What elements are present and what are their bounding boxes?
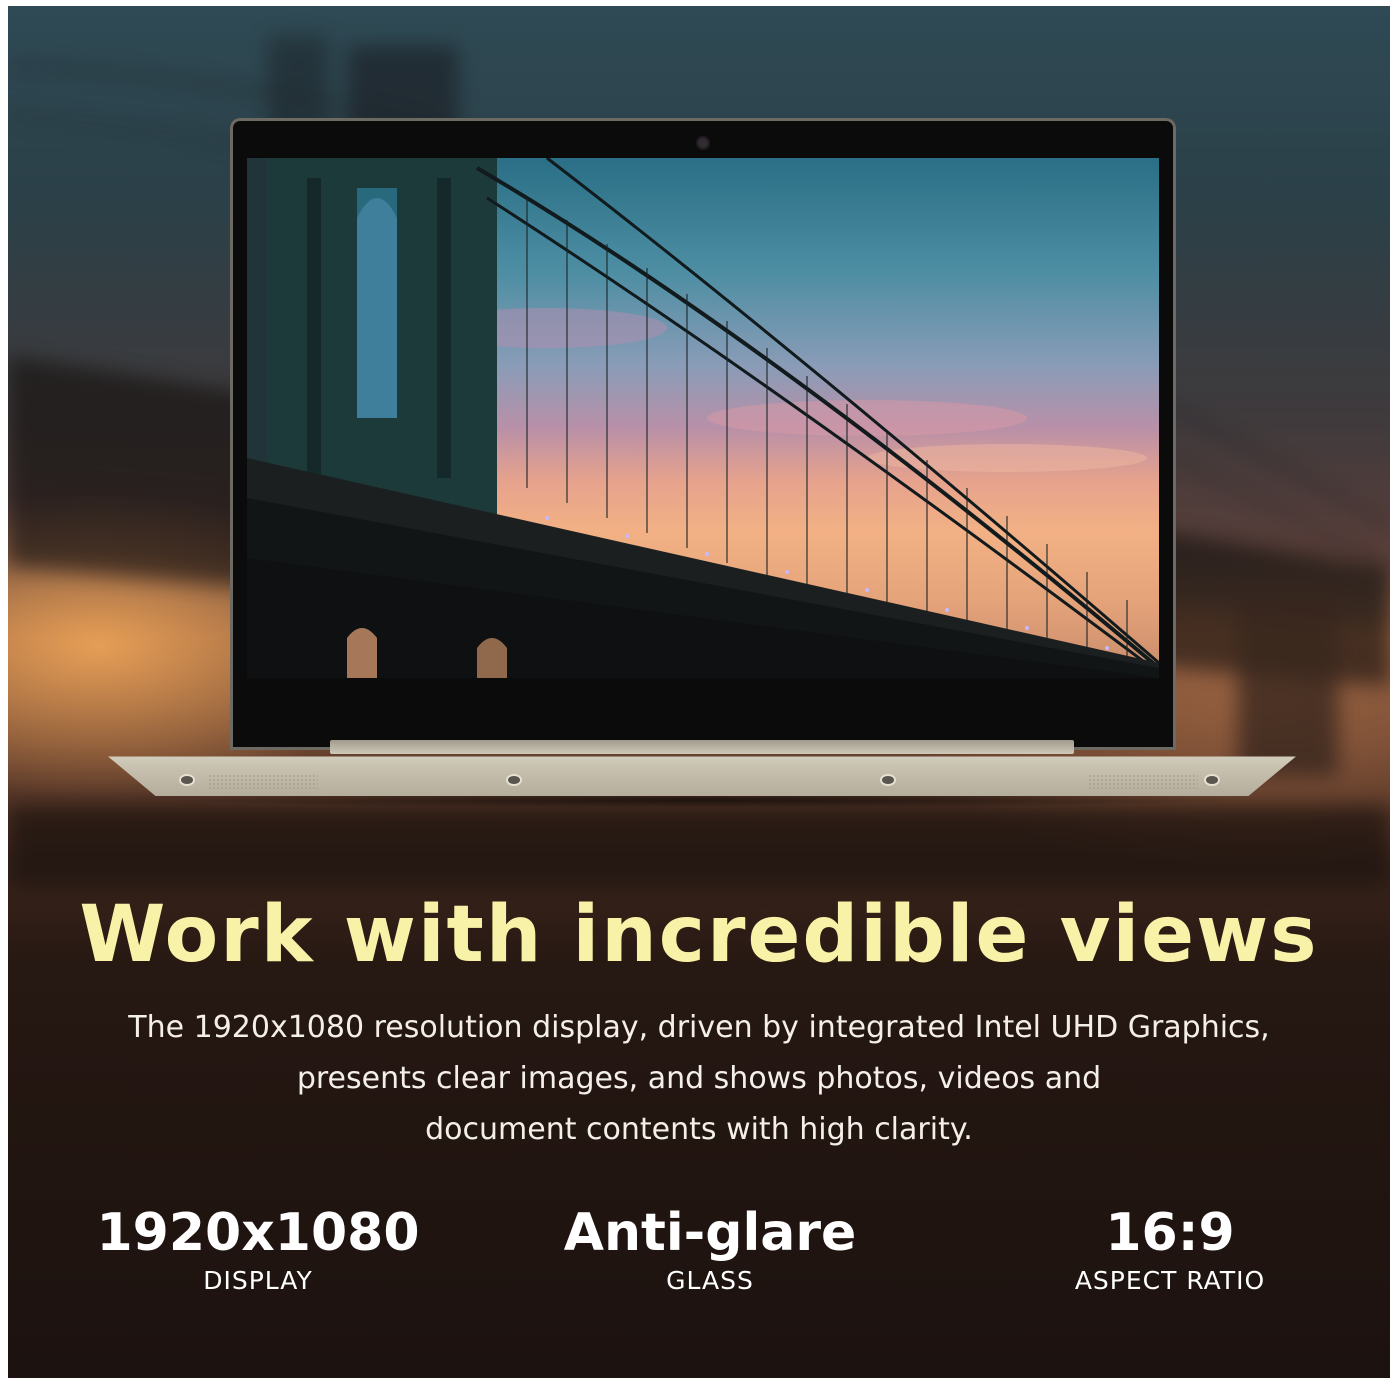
laptop-foot [181,776,193,784]
speaker-grille-right [1088,774,1198,790]
webcam-icon [698,138,708,148]
description-line: document contents with high clarity. [425,1112,973,1147]
spec-glass: Anti-glare GLASS [500,1202,920,1295]
spec-label: DISPLAY [203,1266,313,1295]
spec-value: 16:9 [1105,1203,1235,1263]
headline: Work with incredible views [79,890,1319,980]
laptop-foot [508,776,520,784]
description-line: presents clear images, and shows photos,… [296,1061,1102,1096]
laptop-hinge [330,740,1074,754]
laptop-foot [882,776,894,784]
description-line: The 1920x1080 resolution display, driven… [128,1010,1270,1045]
spec-display: 1920x1080 DISPLAY [48,1202,468,1295]
spec-label: ASPECT RATIO [1074,1266,1266,1295]
description: The 1920x1080 resolution display, driven… [68,1002,1330,1155]
laptop-foot [1206,776,1218,784]
hero-banner: Work with incredible views The 1920x1080… [8,6,1390,1378]
spec-aspect-ratio: 16:9 ASPECT RATIO [960,1202,1380,1295]
spec-value: Anti-glare [563,1203,857,1263]
spec-label: GLASS [666,1266,754,1295]
laptop-screen [247,158,1159,678]
speaker-grille-left [208,774,318,790]
spec-value: 1920x1080 [96,1203,420,1263]
screen-bridge-image [247,158,1159,678]
